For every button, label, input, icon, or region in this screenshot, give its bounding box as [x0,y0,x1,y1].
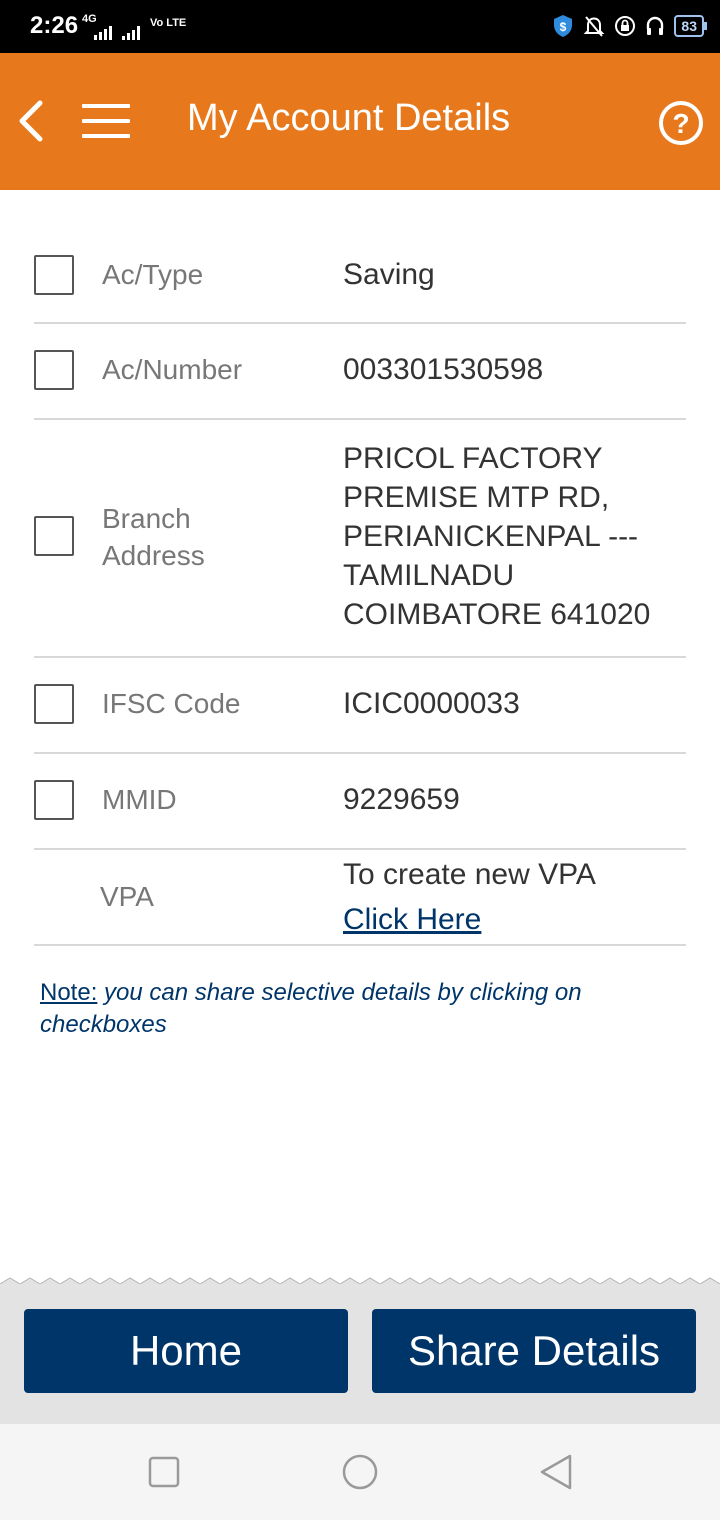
detail-row-mmid: MMID 9229659 [34,754,686,850]
vpn-shield-icon: $ [554,15,573,37]
address-line: COIMBATORE 641020 [343,598,651,631]
detail-value: 9229659 [343,783,460,816]
checkbox-ifsc[interactable] [34,684,74,724]
detail-row-branch-address: Branch Address PRICOL FACTORY PREMISE MT… [34,420,686,658]
address-line: PRICOL FACTORY [343,442,603,475]
help-button[interactable]: ? [658,100,704,146]
home-button[interactable]: Home [24,1309,348,1393]
detail-row-acnumber: Ac/Number 003301530598 [34,324,686,420]
hamburger-menu-icon[interactable] [82,104,130,140]
page-title: My Account Details [187,97,511,139]
headphones-icon [647,16,664,35]
account-details-list: Ac/Type Saving Ac/Number 003301530598 Br… [34,228,686,946]
volte-indicator: Vo LTE [150,17,187,29]
click-here-link[interactable]: Click Here [343,903,481,936]
address-line: PREMISE MTP RD, [343,481,610,514]
status-time: 2:26 [30,12,79,39]
note-heading: Note: [40,979,98,1006]
svg-text:$: $ [560,20,567,34]
share-details-button[interactable]: Share Details [372,1309,696,1393]
detail-row-actype: Ac/Type Saving [34,228,686,324]
notifications-off-icon [584,16,605,37]
detail-value: Saving [343,258,435,291]
status-bar: 2:26 4G Vo LTE $ 83 [0,0,720,53]
battery-icon: 83 [674,15,707,37]
detail-label: Branch Address [102,503,205,571]
vpa-value: To create new VPA Click Here [343,855,596,939]
detail-label: Ac/Type [102,259,204,290]
detail-value: ICIC0000033 [343,687,520,720]
checkbox-acnumber[interactable] [34,350,74,390]
detail-label: IFSC Code [102,688,241,719]
branch-address-value: PRICOL FACTORY PREMISE MTP RD, PERIANICK… [343,439,650,634]
recents-square-icon[interactable] [148,1454,180,1490]
checkbox-branch-address[interactable] [34,516,74,556]
address-line: TAMILNADU [343,559,515,592]
detail-value: 003301530598 [343,353,544,386]
app-header: My Account Details ? [0,53,720,190]
checkbox-actype[interactable] [34,255,74,295]
vpa-text: To create new VPA [343,858,596,891]
detail-row-vpa: VPA To create new VPA Click Here [34,850,686,946]
checkbox-mmid[interactable] [34,780,74,820]
share-note: Note: you can share selective details by… [40,977,680,1041]
signal-icon [94,24,112,40]
detail-row-ifsc: IFSC Code ICIC0000033 [34,658,686,754]
detail-label: MMID [102,784,177,815]
detail-label: Ac/Number [102,354,243,385]
detail-label: VPA [100,881,154,912]
bottom-action-bar: Home Share Details [0,1284,720,1424]
note-text: you can share selective details by click… [40,979,582,1038]
signal-icon-2 [122,24,140,40]
back-triangle-icon[interactable] [538,1454,574,1490]
lock-rotation-icon [615,16,636,36]
status-icons: $ 83 [552,14,707,38]
back-button[interactable] [12,93,52,149]
home-circle-icon[interactable] [341,1454,379,1490]
chevron-left-icon [19,100,43,142]
address-line: PERIANICKENPAL --- [343,520,639,553]
svg-text:?: ? [672,108,689,139]
help-circle-icon: ? [659,101,703,145]
system-nav-bar [0,1424,720,1520]
